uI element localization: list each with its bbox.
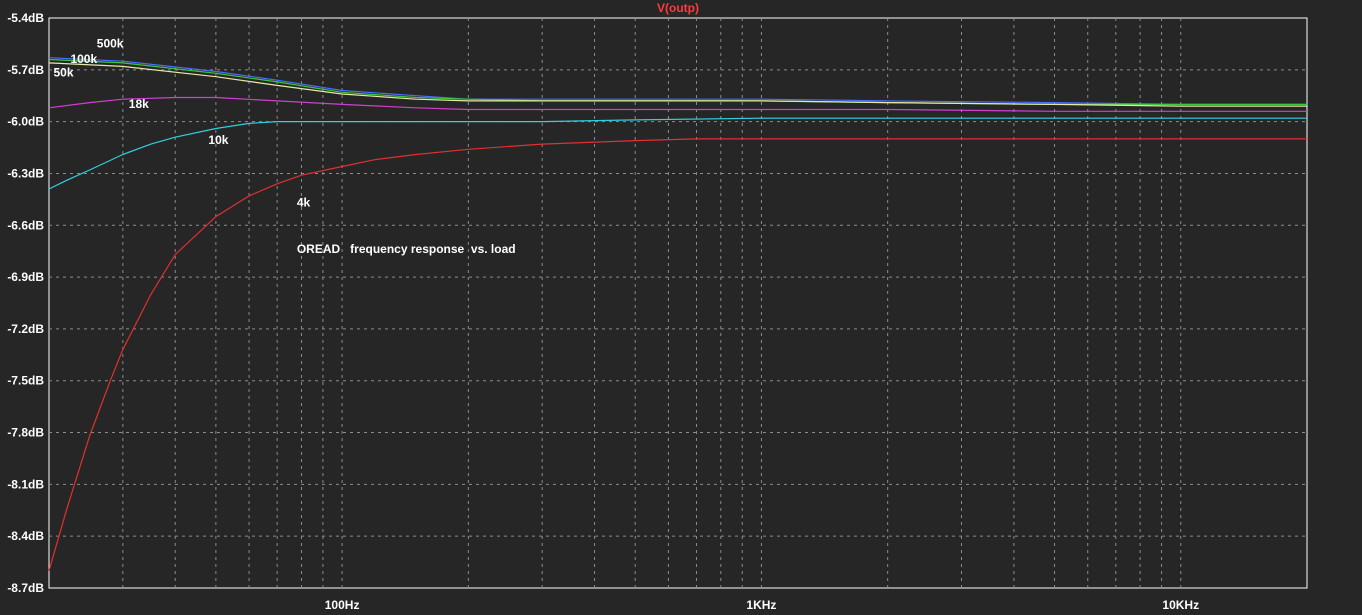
curve-label-10k: 10k [208, 133, 228, 147]
chart-title: V(outp) [657, 1, 699, 15]
y-tick-label: -6.0dB [7, 115, 44, 129]
plot-window: V(outp) -5.4dB -5.7dB -6.0dB -6.3dB -6.6dB -6… [0, 0, 1362, 615]
x-tick-label: 10KHz [1162, 598, 1199, 612]
y-tick-label: -7.2dB [7, 322, 44, 336]
x-tick-label: 1KHz [746, 598, 776, 612]
y-tick-label: -5.7dB [7, 63, 44, 77]
y-tick-label: -8.7dB [7, 581, 44, 595]
y-tick-label: -5.4dB [7, 11, 44, 25]
x-tick-label: 100Hz [325, 598, 360, 612]
series-500k [48, 57, 1307, 106]
y-tick-label: -6.9dB [7, 270, 44, 284]
series-10k [48, 117, 1307, 190]
curve-label-100k: 100k [70, 52, 97, 66]
y-tick-label: -8.4dB [7, 529, 44, 543]
curve-labels: 500k100k50k 18k 10k 4k [53, 36, 310, 209]
y-tick-label: -6.3dB [7, 166, 44, 180]
series-group [48, 57, 1307, 571]
chart-annotation: OREAD frequency response vs. load [297, 242, 516, 256]
curve-label-4k: 4k [297, 195, 311, 209]
y-tick-label: -7.5dB [7, 374, 44, 388]
chart-svg: V(outp) -5.4dB -5.7dB -6.0dB -6.3dB -6.6dB -6… [7, 1, 1308, 612]
curve-label-18k: 18k [129, 97, 149, 111]
y-tick-label: -6.6dB [7, 218, 44, 232]
y-axis-ticks: -5.4dB -5.7dB -6.0dB -6.3dB -6.6dB -6.9dB -7.2… [7, 11, 44, 595]
series-100k [48, 58, 1307, 106]
y-tick-label: -7.8dB [7, 426, 44, 440]
curve-label-500k: 500k [97, 36, 124, 50]
y-tick-label: -8.1dB [7, 477, 44, 491]
series-4k [48, 138, 1307, 571]
curve-label-50k: 50k [53, 66, 73, 80]
x-axis-ticks: 100Hz 1KHz 10KHz [325, 598, 1199, 612]
